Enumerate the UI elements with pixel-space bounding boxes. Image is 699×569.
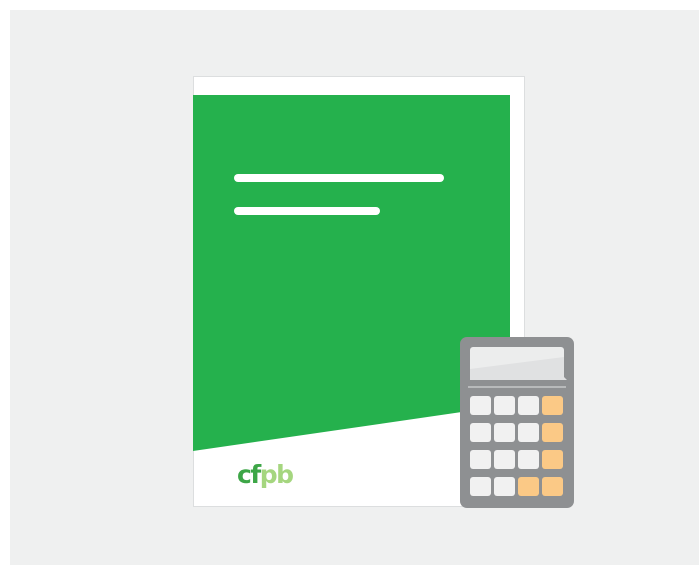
calc-key-operator: [542, 423, 563, 442]
logo-pb: pb: [260, 460, 293, 489]
calc-key: [470, 477, 491, 496]
calc-key: [470, 423, 491, 442]
calc-key: [494, 450, 515, 469]
report-calculator-illustration: cfpb: [193, 76, 574, 508]
calc-key: [470, 396, 491, 415]
calc-key: [518, 396, 539, 415]
calc-key: [470, 450, 491, 469]
logo-cf: cf: [237, 460, 262, 489]
calc-key: [494, 423, 515, 442]
calc-key-operator: [542, 450, 563, 469]
calc-key: [494, 477, 515, 496]
calc-key: [518, 423, 539, 442]
calc-key-operator: [518, 477, 539, 496]
cfpb-logo: cfpb: [237, 460, 293, 489]
calc-key: [518, 450, 539, 469]
calc-key: [494, 396, 515, 415]
calculator-icon: [460, 337, 574, 508]
calc-key-operator: [542, 396, 563, 415]
calc-key-operator: [542, 477, 563, 496]
